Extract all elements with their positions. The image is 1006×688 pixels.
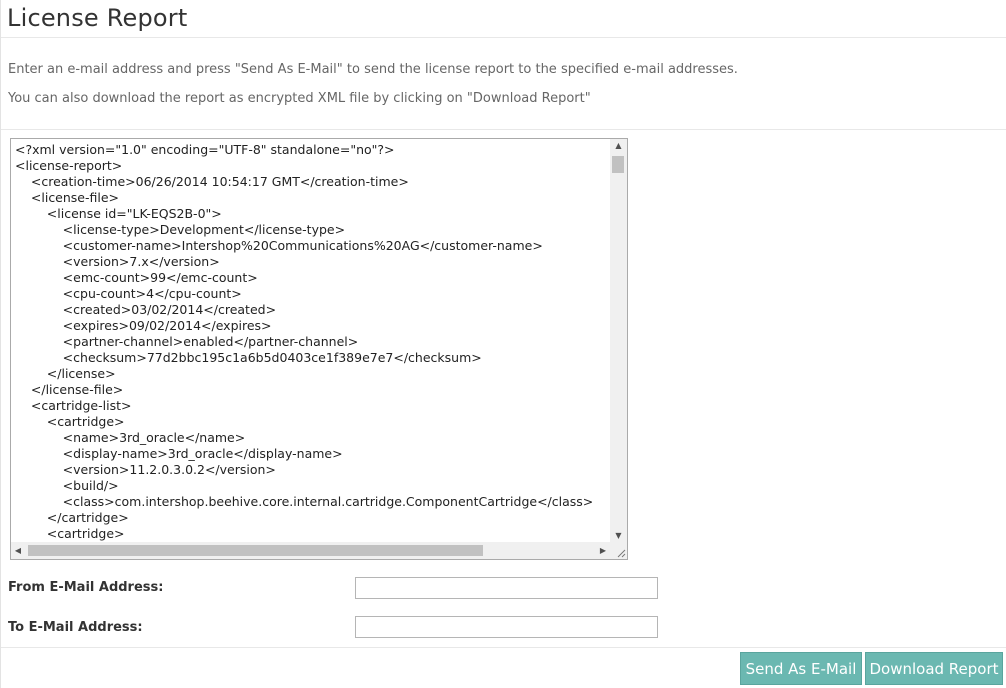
report-xml-line: <emc-count>99</emc-count> <box>15 270 258 285</box>
report-xml-line: <partner-channel>enabled</partner-channe… <box>15 334 359 349</box>
report-xml-line: <cartridge> <box>15 414 125 429</box>
vertical-scroll-thumb[interactable] <box>612 156 624 173</box>
scroll-up-arrow-icon[interactable]: ▲ <box>610 139 627 153</box>
intro-text-download: You can also download the report as encr… <box>8 91 591 106</box>
report-xml-line: </license> <box>15 366 116 381</box>
scroll-left-arrow-icon[interactable]: ◀ <box>11 542 25 559</box>
report-xml-content[interactable]: <?xml version="1.0" encoding="UTF-8" sta… <box>15 142 611 542</box>
report-xml-line: <created>03/02/2014</created> <box>15 302 277 317</box>
report-xml-line: <display-name>3rd_oracle</display-name> <box>15 446 343 461</box>
report-xml-line: <class>com.intershop.beehive.core.intern… <box>15 494 594 509</box>
scroll-right-arrow-icon[interactable]: ▶ <box>596 542 610 559</box>
form-divider <box>1 647 1006 648</box>
title-divider <box>1 37 1006 38</box>
page-title: License Report <box>7 4 188 32</box>
intro-divider <box>1 129 1006 130</box>
to-email-input[interactable] <box>355 616 658 638</box>
report-xml-line: <creation-time>06/26/2014 10:54:17 GMT</… <box>15 174 409 189</box>
send-as-email-button[interactable]: Send As E-Mail <box>740 652 862 685</box>
from-email-label: From E-Mail Address: <box>8 580 164 595</box>
report-xml-line: <checksum>77d2bbc195c1a6b5d0403ce1f389e7… <box>15 350 482 365</box>
report-xml-line: </cartridge> <box>15 510 129 525</box>
report-xml-textarea[interactable]: <?xml version="1.0" encoding="UTF-8" sta… <box>10 138 628 560</box>
report-xml-line: <?xml version="1.0" encoding="UTF-8" sta… <box>15 142 395 157</box>
resize-grip-icon[interactable] <box>610 542 627 559</box>
report-xml-line: <build/> <box>15 478 119 493</box>
report-xml-line: <license-file> <box>15 190 120 205</box>
report-xml-line: <license id="LK-EQS2B-0"> <box>15 206 222 221</box>
scroll-down-arrow-icon[interactable]: ▼ <box>610 529 627 543</box>
report-xml-line: </license-file> <box>15 382 124 397</box>
report-xml-line: <cartridge> <box>15 526 125 541</box>
horizontal-scroll-thumb[interactable] <box>28 545 483 556</box>
report-xml-line: <name>3rd_oracle</name> <box>15 430 246 445</box>
to-email-label: To E-Mail Address: <box>8 620 143 635</box>
from-email-input[interactable] <box>355 577 658 599</box>
download-report-button[interactable]: Download Report <box>865 652 1003 685</box>
report-xml-line: <customer-name>Intershop%20Communication… <box>15 238 543 253</box>
report-xml-line: <cpu-count>4</cpu-count> <box>15 286 242 301</box>
horizontal-scrollbar[interactable]: ◀ ▶ <box>11 542 610 559</box>
report-xml-line: <license-type>Development</license-type> <box>15 222 346 237</box>
report-xml-line: <version>7.x</version> <box>15 254 220 269</box>
report-xml-line: <expires>09/02/2014</expires> <box>15 318 272 333</box>
intro-text-email: Enter an e-mail address and press "Send … <box>8 62 738 77</box>
vertical-scrollbar[interactable]: ▲ ▼ <box>610 139 627 543</box>
report-xml-line: <license-report> <box>15 158 123 173</box>
report-xml-line: <cartridge-list> <box>15 398 132 413</box>
license-report-page: License Report Enter an e-mail address a… <box>0 0 1006 688</box>
report-xml-line: <version>11.2.0.3.0.2</version> <box>15 462 276 477</box>
